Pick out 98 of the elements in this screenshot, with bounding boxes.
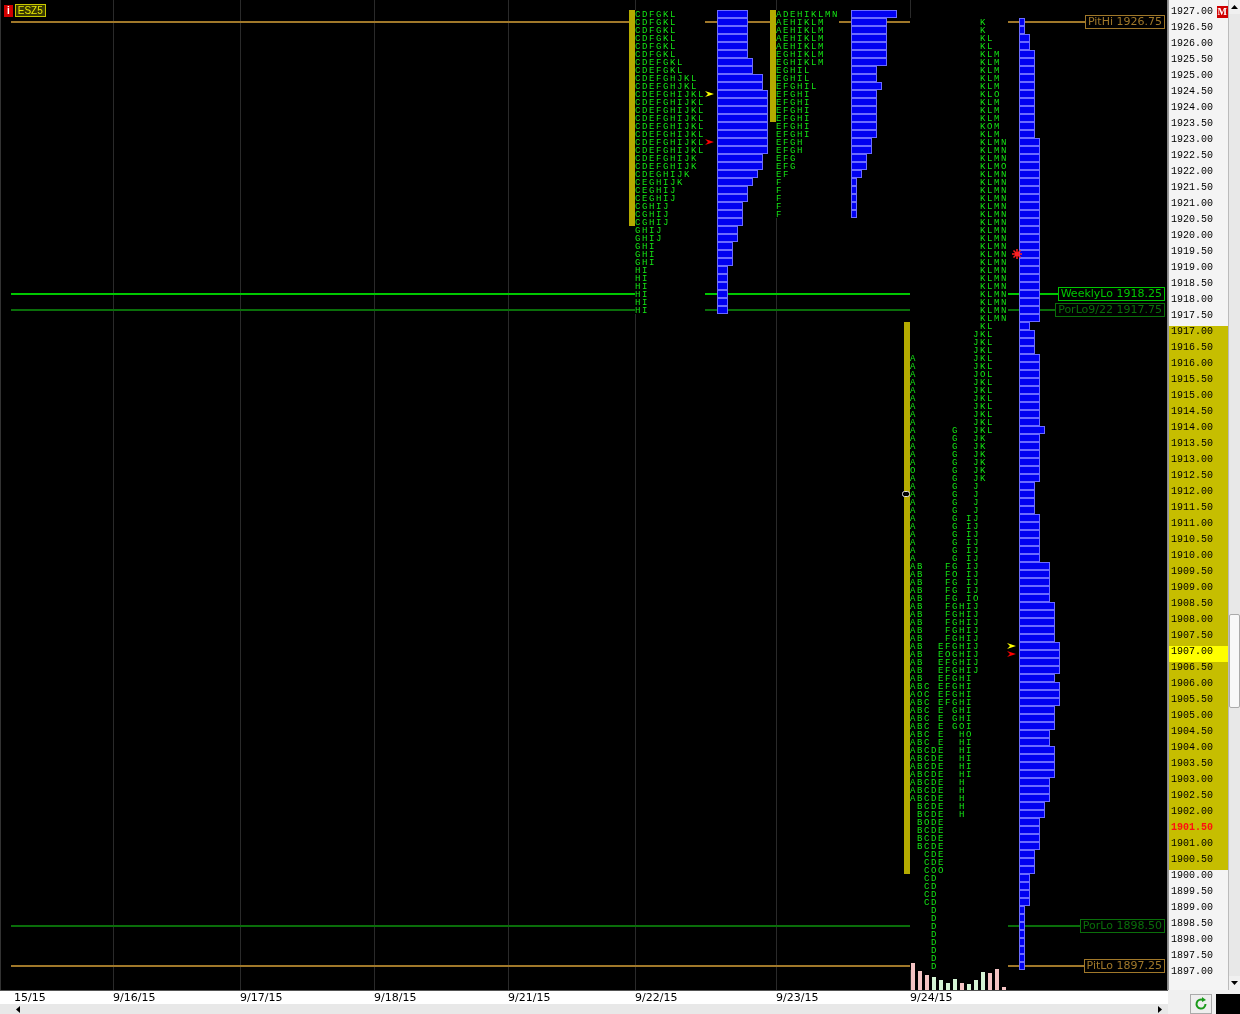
price-label: 1912.50 [1169,470,1228,486]
level-label: PitLo 1897.25 [1083,959,1165,973]
tpo-row: CDEFGHIJKL [635,138,705,146]
tpo-row: KLMN [910,266,1008,274]
tpo-row: D [910,922,1008,930]
date-label: 9/16/15 [113,991,157,1004]
tpo-row: KLMN [910,314,1008,322]
price-label: 1904.00 [1169,742,1228,758]
price-label: 1911.00 [1169,518,1228,534]
tpo-row: CDEFGHIJKL [635,122,705,130]
tpo-row: KLMN [910,138,1008,146]
tpo-row: KLMN [910,258,1008,266]
level-label: PitHi 1926.75 [1084,15,1165,29]
tpo-row: KLMN [910,226,1008,234]
tpo-row: KLMN [910,194,1008,202]
caret-left-icon[interactable] [16,1005,20,1013]
price-label: 1906.00 [1169,678,1228,694]
scroll-down-button[interactable] [1229,976,1240,990]
price-label: 1906.50 [1169,662,1228,678]
level-label: PorLo9/22 1917.75 [1055,303,1165,317]
price-label: 1905.50 [1169,694,1228,710]
date-label: 15/15 [14,991,47,1004]
date-label: 9/21/15 [508,991,552,1004]
price-label: 1905.00 [1169,710,1228,726]
caret-down-icon [1231,981,1238,985]
price-label: 1911.50 [1169,502,1228,518]
price-label: 1914.00 [1169,422,1228,438]
tpo-row: KLMN [910,250,1008,258]
tpo-row: KLMO [910,162,1008,170]
panel-box [1216,994,1240,1014]
ticker-label: ESZ5 [14,4,46,17]
price-label: 1915.50 [1169,374,1228,390]
refresh-button[interactable] [1190,994,1212,1014]
price-label: 1900.50 [1169,854,1228,870]
tpo-row: KLMN [910,218,1008,226]
tpo-row: CDEFGHIJKL [635,90,705,98]
tpo-row: K [910,18,1008,26]
tpo-row: KLMN [910,282,1008,290]
tpo-row: ADEHIKLMN [776,10,839,18]
price-label: 1903.50 [1169,758,1228,774]
tpo-row: CDEFGHIJKL [635,98,705,106]
tpo-row: CDEFGHIJKL [635,130,705,138]
price-label: 1901.50 [1169,822,1228,838]
tpo-row: KLMN [910,306,1008,314]
price-marker-icon [902,491,910,497]
tpo-row: AEHIKLM [776,18,839,26]
tpo-row: KLMN [910,146,1008,154]
date-label: 9/24/15 [910,991,954,1004]
tpo-row: CDEFGHIJKL [635,106,705,114]
tpo-row: KLMN [910,154,1008,162]
tpo-row: KLMN [910,242,1008,250]
price-label: 1915.00 [1169,390,1228,406]
date-label: 9/17/15 [240,991,284,1004]
price-label: 1902.50 [1169,790,1228,806]
refresh-icon [1194,997,1208,1011]
price-label: 1901.00 [1169,838,1228,854]
date-label: 9/23/15 [776,991,820,1004]
date-label: 9/22/15 [635,991,679,1004]
tpo-row: KLMN [910,234,1008,242]
price-label: 1904.50 [1169,726,1228,742]
scroll-thumb[interactable] [1229,614,1240,708]
price-label: 1916.00 [1169,358,1228,374]
price-label: 1909.00 [1169,582,1228,598]
tpo-row: HI [635,290,705,298]
price-label: 1912.00 [1169,486,1228,502]
tpo-row: KLMN [910,274,1008,282]
price-label: 1903.00 [1169,774,1228,790]
level-label: PorLo 1898.50 [1079,919,1165,933]
tpo-row: HI [635,306,705,314]
tpo-row: CDFGKL [635,18,705,26]
price-label: 1907.00 [1169,646,1228,662]
price-label: 1910.50 [1169,534,1228,550]
price-label: 1916.50 [1169,342,1228,358]
tpo-row: KLMN [910,210,1008,218]
caret-up-icon [1231,5,1238,9]
tpo-row: CDEFGHIJKL [635,114,705,122]
scroll-up-button[interactable] [1229,0,1240,14]
price-label: 1908.50 [1169,598,1228,614]
price-label: 1917.00 [1169,326,1228,342]
info-badge[interactable]: i [4,4,13,17]
caret-right-icon[interactable] [1158,1005,1162,1013]
date-label: 9/18/15 [374,991,418,1004]
price-label: 1908.00 [1169,614,1228,630]
level-label: WeeklyLo 1918.25 [1057,287,1165,301]
price-label: 1910.00 [1169,550,1228,566]
tpo-row: CDEFGHIJKL [635,146,705,154]
tpo-row: KLMN [910,186,1008,194]
tpo-row: KLMN [910,202,1008,210]
price-label: 1914.50 [1169,406,1228,422]
price-label: 1909.50 [1169,566,1228,582]
tpo-row: KLMN [910,178,1008,186]
tpo-row: KLMN [910,298,1008,306]
price-label: 1913.50 [1169,438,1228,454]
tpo-row: KLMN [910,170,1008,178]
tpo-row: KLMN [910,290,1008,298]
price-label: 1907.50 [1169,630,1228,646]
price-label: 1913.00 [1169,454,1228,470]
price-label: 1902.00 [1169,806,1228,822]
